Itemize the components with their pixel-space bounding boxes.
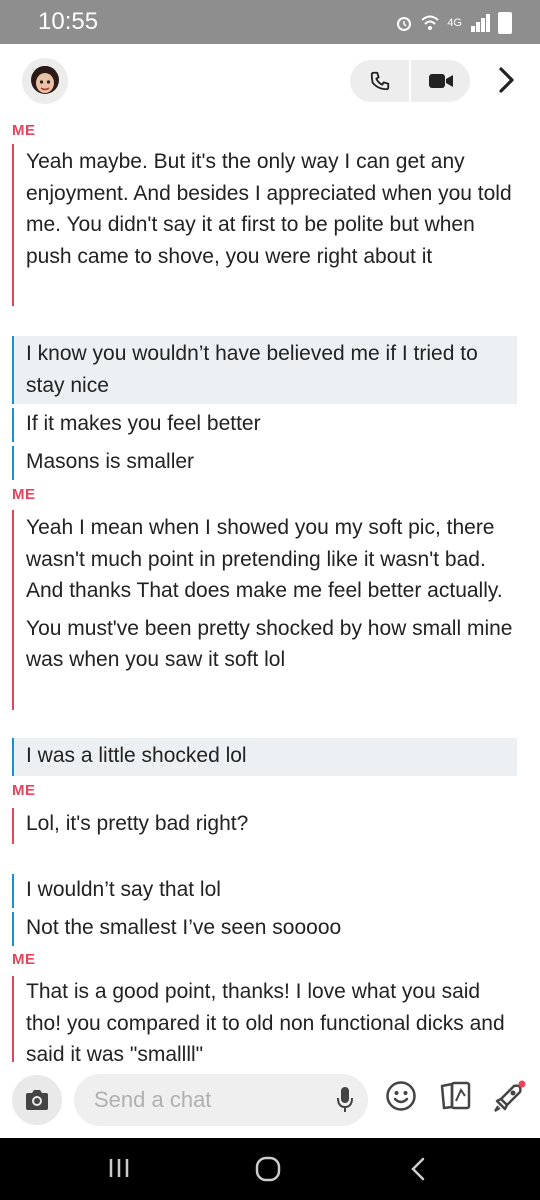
sender-label-me: ME [12, 486, 36, 503]
chat-header [0, 44, 540, 118]
status-time: 10:55 [38, 8, 99, 35]
chat-message-text: You must've been pretty shocked by how s… [26, 616, 513, 672]
recents-icon [109, 1159, 129, 1177]
call-buttons [350, 60, 470, 102]
cards-button[interactable] [438, 1080, 472, 1117]
recents-button[interactable] [108, 1156, 130, 1185]
chat-message[interactable]: Lol, it's pretty bad right? [12, 808, 517, 844]
chat-message[interactable]: Yeah maybe. But it's the only way I can … [12, 144, 517, 306]
more-button[interactable] [498, 66, 516, 99]
network-type: 4G [447, 17, 462, 29]
back-icon [411, 1157, 425, 1181]
home-icon [255, 1156, 281, 1182]
camera-button[interactable] [12, 1075, 62, 1125]
camera-icon [26, 1090, 48, 1110]
chat-message[interactable]: I wouldn’t say that lol [12, 874, 517, 908]
bitmoji-avatar-icon[interactable] [22, 58, 68, 104]
chat-message-text: Yeah I mean when I showed you my soft pi… [26, 516, 503, 602]
wifi-icon [421, 15, 439, 30]
status-icons: 4G [395, 12, 512, 34]
phone-icon [370, 71, 389, 91]
battery-icon [498, 12, 512, 34]
home-button[interactable] [255, 1156, 281, 1187]
microphone-icon [337, 1087, 353, 1112]
chat-message[interactable]: I was a little shocked lol [12, 738, 517, 776]
chat-message[interactable]: Not the smallest I’ve seen sooooo [12, 912, 517, 946]
sender-label-me: ME [12, 951, 36, 968]
chat-thread[interactable]: ME Yeah maybe. But it's the only way I c… [0, 118, 540, 1062]
sender-label-me: ME [12, 122, 36, 139]
rocket-icon [494, 1080, 526, 1112]
video-camera-icon [428, 74, 453, 88]
microphone-button[interactable] [336, 1086, 354, 1119]
video-call-button[interactable] [411, 60, 470, 102]
smiley-icon [386, 1081, 416, 1111]
chat-message[interactable]: If it makes you feel better [12, 408, 517, 442]
send-chat-input[interactable]: Send a chat [74, 1074, 368, 1126]
send-chat-placeholder: Send a chat [94, 1087, 212, 1112]
signal-icon [470, 14, 490, 32]
system-nav-bar [0, 1138, 540, 1200]
chat-message[interactable]: I know you wouldn’t have believed me if … [12, 336, 517, 404]
alarm-icon [397, 17, 412, 31]
rocket-button[interactable] [492, 1080, 526, 1119]
sender-label-me: ME [12, 782, 36, 799]
chat-message[interactable]: Yeah I mean when I showed you my soft pi… [12, 510, 517, 710]
cards-icon [440, 1081, 471, 1110]
chat-message[interactable]: That is a good point, thanks! I love wha… [12, 976, 517, 1062]
chevron-right-icon [499, 67, 514, 93]
back-button[interactable] [410, 1156, 426, 1187]
chat-input-bar: Send a chat [0, 1062, 540, 1138]
phone-call-button[interactable] [350, 60, 409, 102]
chat-message[interactable]: Masons is smaller [12, 446, 517, 480]
status-bar: 10:55 4G [0, 0, 540, 44]
emoji-button[interactable] [385, 1080, 417, 1117]
